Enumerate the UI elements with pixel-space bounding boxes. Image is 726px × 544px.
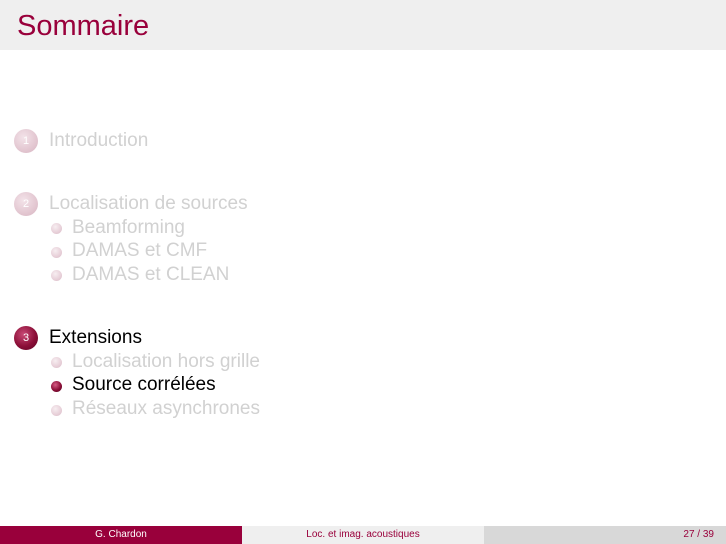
bullet-icon bbox=[51, 381, 62, 392]
table-of-contents: 1 Introduction 2 Localisation de sources… bbox=[0, 0, 726, 520]
toc-subsection-beamforming[interactable]: Beamforming bbox=[72, 217, 185, 239]
toc-subsection-damas-clean[interactable]: DAMAS et CLEAN bbox=[72, 264, 229, 286]
footer-page-box: 27 / 39 bbox=[484, 526, 726, 544]
section-number-badge: 2 bbox=[14, 192, 38, 216]
toc-subsection-reseaux-asynchrones[interactable]: Réseaux asynchrones bbox=[72, 398, 260, 420]
toc-subsection-localisation-hors-grille[interactable]: Localisation hors grille bbox=[72, 351, 260, 373]
bullet-icon bbox=[51, 223, 62, 234]
toc-subsection-damas-cmf[interactable]: DAMAS et CMF bbox=[72, 240, 207, 262]
toc-section-introduction[interactable]: Introduction bbox=[49, 130, 148, 152]
section-number: 3 bbox=[22, 332, 30, 344]
section-number-badge: 1 bbox=[14, 129, 38, 153]
toc-subsection-source-correlees[interactable]: Source corrélées bbox=[72, 374, 216, 396]
page-number: 27 / 39 bbox=[683, 529, 714, 540]
bullet-icon bbox=[51, 357, 62, 368]
toc-section-localisation[interactable]: Localisation de sources bbox=[49, 193, 248, 215]
bullet-icon bbox=[51, 247, 62, 258]
section-number-badge: 3 bbox=[14, 326, 38, 350]
bullet-icon bbox=[51, 405, 62, 416]
footer-short-title: Loc. et imag. acoustiques bbox=[242, 526, 484, 544]
footer-bar: G. Chardon Loc. et imag. acoustiques 27 … bbox=[0, 526, 726, 544]
footer-author: G. Chardon bbox=[0, 526, 242, 544]
section-number: 1 bbox=[22, 135, 30, 147]
toc-section-extensions[interactable]: Extensions bbox=[49, 327, 142, 349]
section-number: 2 bbox=[22, 198, 30, 210]
bullet-icon bbox=[51, 270, 62, 281]
